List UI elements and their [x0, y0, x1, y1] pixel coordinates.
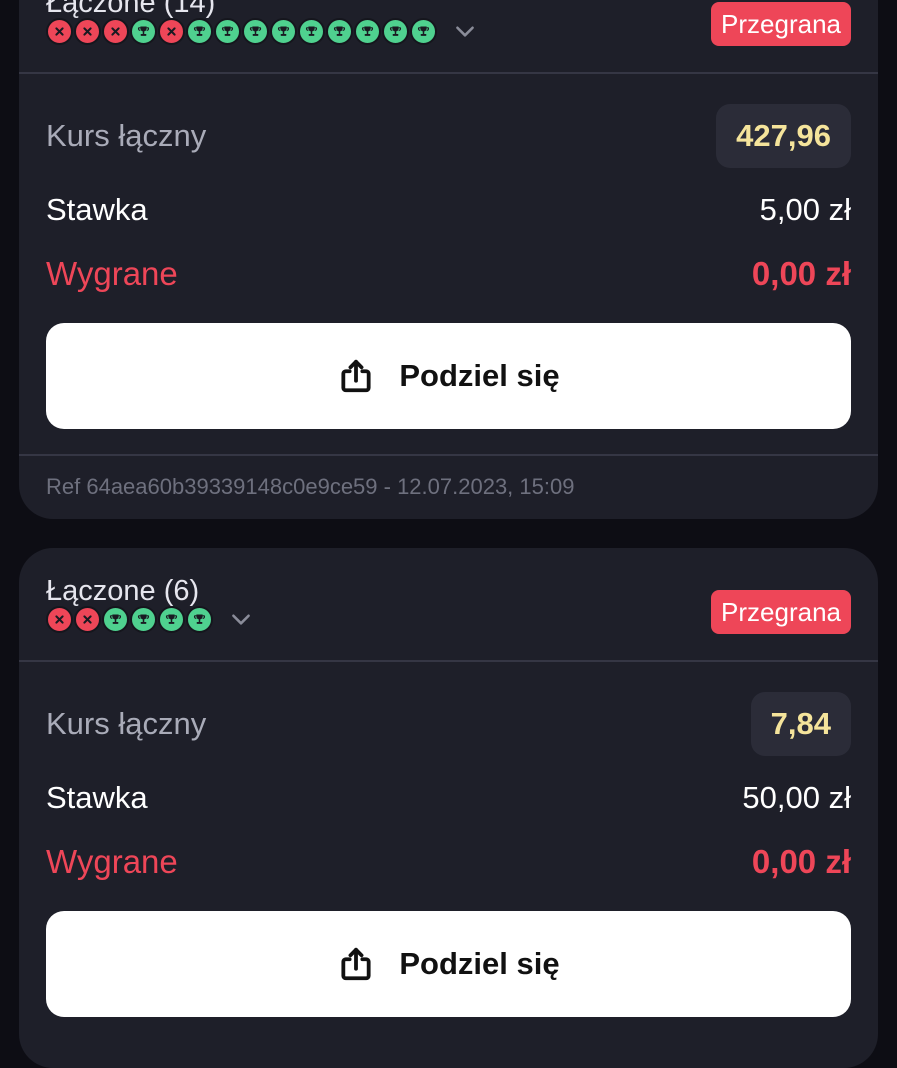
result-win: [130, 17, 157, 45]
result-win: [214, 17, 241, 45]
selection-results: [46, 604, 254, 634]
result-win: [158, 605, 185, 633]
trophy-icon: [277, 26, 290, 36]
chevron-down-icon[interactable]: [452, 18, 478, 44]
result-win: [186, 605, 213, 633]
result-loss: [102, 17, 129, 45]
odds-value: 427,96: [716, 104, 851, 168]
trophy-icon: [417, 26, 430, 36]
status-badge: Przegrana: [711, 590, 851, 634]
trophy-icon: [305, 26, 318, 36]
winnings-label: Wygrane: [46, 255, 178, 292]
status-badge: Przegrana: [711, 2, 851, 46]
result-win: [102, 605, 129, 633]
selection-results: [46, 16, 478, 46]
trophy-icon: [389, 26, 402, 36]
share-button[interactable]: Podziel się: [46, 323, 851, 429]
stake-value: 5,00 zł: [759, 192, 851, 227]
bet-card-body: Kurs łączny 7,84 Stawka 50,00 zł Wygrane…: [19, 662, 878, 1042]
result-loss: [74, 605, 101, 633]
x-icon: [55, 614, 64, 624]
chevron-down-icon[interactable]: [228, 606, 254, 632]
odds-value: 7,84: [750, 692, 851, 756]
winnings-value: 0,00 zł: [751, 255, 851, 292]
trophy-icon: [249, 26, 262, 36]
trophy-icon: [221, 26, 234, 36]
bet-card-header[interactable]: Łączone (6) Przegrana: [19, 548, 878, 660]
winnings-value: 0,00 zł: [751, 843, 851, 880]
stake-row: Stawka 50,00 zł: [46, 770, 851, 826]
result-win: [382, 17, 409, 45]
x-icon: [167, 26, 176, 36]
odds-row: Kurs łączny 427,96: [46, 104, 851, 168]
result-win: [354, 17, 381, 45]
trophy-icon: [109, 614, 122, 624]
result-loss: [46, 605, 73, 633]
trophy-icon: [137, 26, 150, 36]
result-loss: [46, 17, 73, 45]
bet-card: Łączone (6) Przegrana Kurs łączny 7,84 S…: [19, 548, 878, 1068]
trophy-icon: [361, 26, 374, 36]
stake-label: Stawka: [46, 780, 148, 815]
trophy-icon: [193, 26, 206, 36]
bet-card-body: Kurs łączny 427,96 Stawka 5,00 zł Wygran…: [19, 74, 878, 454]
trophy-icon: [193, 614, 206, 624]
bet-card-header[interactable]: Łączone (14) Przegrana: [19, 0, 878, 72]
winnings-row: Wygrane 0,00 zł: [46, 834, 851, 890]
result-loss: [74, 17, 101, 45]
bet-card-footer: Ref 64aea60b39339148c0e9ce59 - 12.07.202…: [19, 456, 878, 516]
stake-label: Stawka: [46, 192, 148, 227]
share-icon: [341, 947, 371, 981]
stake-row: Stawka 5,00 zł: [46, 182, 851, 238]
result-loss: [158, 17, 185, 45]
share-label: Podziel się: [399, 358, 560, 393]
x-icon: [83, 614, 92, 624]
share-icon: [341, 359, 371, 393]
trophy-icon: [137, 614, 150, 624]
bet-reference: Ref 64aea60b39339148c0e9ce59 - 12.07.202…: [46, 474, 575, 499]
share-label: Podziel się: [399, 946, 560, 981]
result-win: [242, 17, 269, 45]
result-win: [410, 17, 437, 45]
bet-card: Łączone (14) Przegrana Kurs łączny 427,9…: [19, 0, 878, 519]
trophy-icon: [333, 26, 346, 36]
x-icon: [111, 26, 120, 36]
odds-row: Kurs łączny 7,84: [46, 692, 851, 756]
result-win: [186, 17, 213, 45]
result-win: [298, 17, 325, 45]
share-button[interactable]: Podziel się: [46, 911, 851, 1017]
result-win: [326, 17, 353, 45]
x-icon: [55, 26, 64, 36]
odds-label: Kurs łączny: [46, 706, 207, 741]
trophy-icon: [165, 614, 178, 624]
x-icon: [83, 26, 92, 36]
winnings-row: Wygrane 0,00 zł: [46, 246, 851, 302]
winnings-label: Wygrane: [46, 843, 178, 880]
result-win: [270, 17, 297, 45]
odds-label: Kurs łączny: [46, 118, 207, 153]
stake-value: 50,00 zł: [742, 780, 851, 815]
result-win: [130, 605, 157, 633]
